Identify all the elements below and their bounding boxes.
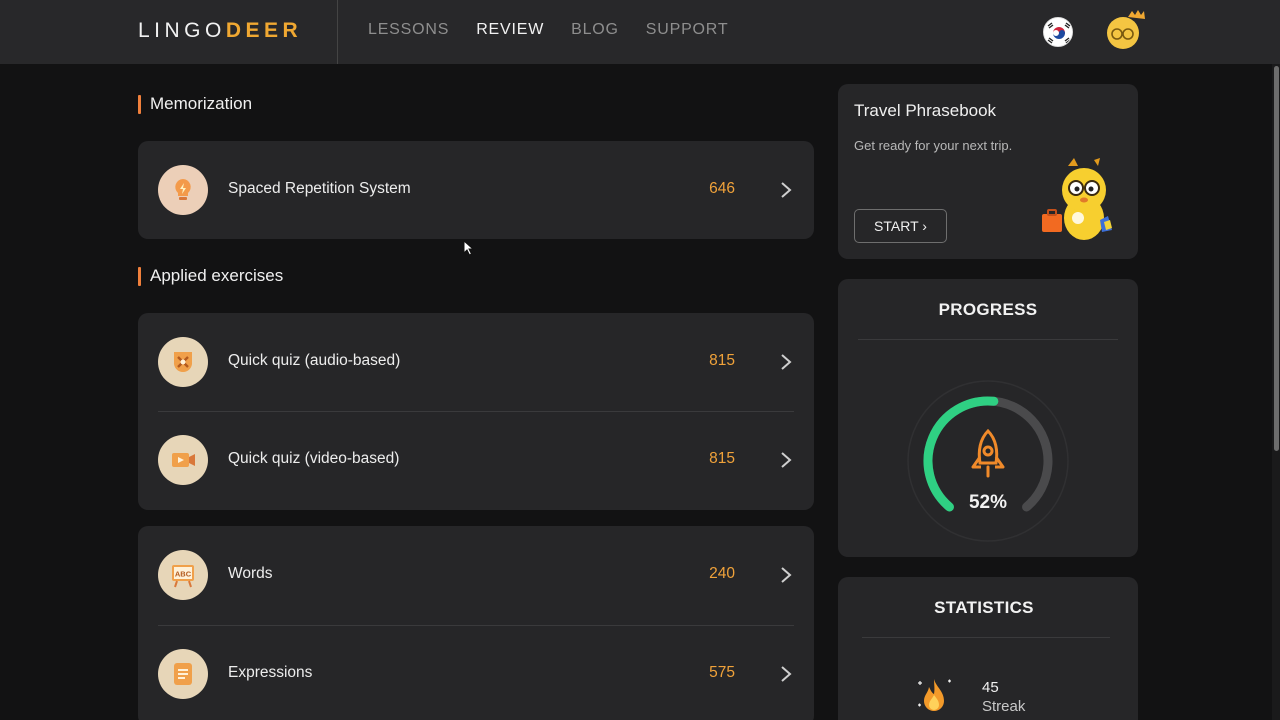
deer-mascot-icon: [1042, 158, 1112, 240]
top-navigation: LINGODEER LESSONS REVIEW BLOG SUPPORT: [0, 0, 1280, 64]
document-icon: [158, 649, 208, 699]
progress-panel: PROGRESS 52%: [838, 279, 1138, 557]
srs-label: Spaced Repetition System: [228, 180, 411, 197]
progress-divider: [858, 339, 1118, 340]
page-scrollbar[interactable]: [1272, 64, 1280, 720]
applied-exercises-heading: Applied exercises: [138, 266, 283, 286]
lingodeer-logo[interactable]: LINGODEER: [138, 19, 302, 43]
progress-ring: [907, 380, 1069, 542]
nav-blog[interactable]: BLOG: [571, 21, 619, 39]
nav-lessons[interactable]: LESSONS: [368, 21, 449, 39]
nav-divider: [337, 0, 338, 64]
progress-percent: 52%: [968, 492, 1008, 513]
chevron-right-icon: [781, 666, 792, 682]
chevron-right-icon: [781, 354, 792, 370]
quiz-audio-label: Quick quiz (audio-based): [228, 352, 401, 369]
scrollbar-thumb[interactable]: [1274, 66, 1279, 451]
quiz-video-count: 815: [709, 450, 735, 467]
memorization-card: Spaced Repetition System 646: [138, 141, 814, 239]
travel-phrasebook-title: Travel Phrasebook: [854, 101, 997, 120]
review-item-expressions[interactable]: Expressions 575: [138, 625, 814, 720]
logo-text-deer: DEER: [225, 19, 303, 42]
words-label: Words: [228, 565, 273, 582]
review-item-quiz-video[interactable]: Quick quiz (video-based) 815: [138, 411, 814, 509]
streak-value: 45: [982, 679, 999, 696]
quiz-video-label: Quick quiz (video-based): [228, 450, 400, 467]
abc-board-icon: ABC: [158, 550, 208, 600]
words-count: 240: [709, 565, 735, 582]
memorization-heading: Memorization: [138, 94, 252, 114]
review-item-quiz-audio[interactable]: Quick quiz (audio-based) 815: [138, 313, 814, 411]
applied-exercises-title: Applied exercises: [150, 266, 284, 285]
quiz-audio-count: 815: [709, 352, 735, 369]
nav-links: LESSONS REVIEW BLOG SUPPORT: [368, 21, 728, 39]
svg-text:ABC: ABC: [175, 570, 192, 579]
review-item-srs[interactable]: Spaced Repetition System 646: [138, 141, 814, 239]
chevron-right-icon: [781, 452, 792, 468]
statistics-panel: STATISTICS 45 Streak: [838, 577, 1138, 720]
nav-review[interactable]: REVIEW: [476, 21, 544, 39]
heading-accent-bar: [138, 94, 141, 114]
user-avatar-icon[interactable]: [1104, 8, 1148, 52]
progress-title: PROGRESS: [938, 300, 1038, 319]
travel-phrasebook-subtitle: Get ready for your next trip.: [854, 138, 1013, 153]
korean-flag-icon[interactable]: [1043, 17, 1073, 47]
flame-icon: [918, 679, 951, 711]
shield-icon: [158, 337, 208, 387]
streak-label: Streak: [982, 698, 1026, 715]
chevron-right-icon: [781, 182, 792, 198]
rocket-icon: [971, 428, 1005, 478]
heading-accent-bar: [138, 266, 141, 286]
review-item-words[interactable]: ABC Words 240: [138, 526, 814, 625]
mouse-cursor-icon: [463, 240, 475, 256]
logo-text-lingo: LINGO: [138, 19, 226, 42]
expressions-count: 575: [709, 664, 735, 681]
memorization-title: Memorization: [150, 94, 253, 113]
srs-count: 646: [709, 180, 735, 197]
travel-phrasebook-panel: Travel Phrasebook Get ready for your nex…: [838, 84, 1138, 259]
vocabulary-card: ABC Words 240 Expressions 575: [138, 526, 814, 720]
statistics-title: STATISTICS: [934, 598, 1034, 617]
expressions-label: Expressions: [228, 664, 313, 681]
statistics-divider: [862, 637, 1110, 638]
lightbulb-icon: [158, 165, 208, 215]
nav-support[interactable]: SUPPORT: [646, 21, 729, 39]
quick-quiz-card: Quick quiz (audio-based) 815 Quick quiz …: [138, 313, 814, 510]
start-button[interactable]: START ›: [854, 209, 947, 243]
chevron-right-icon: [781, 567, 792, 583]
video-icon: [158, 435, 208, 485]
